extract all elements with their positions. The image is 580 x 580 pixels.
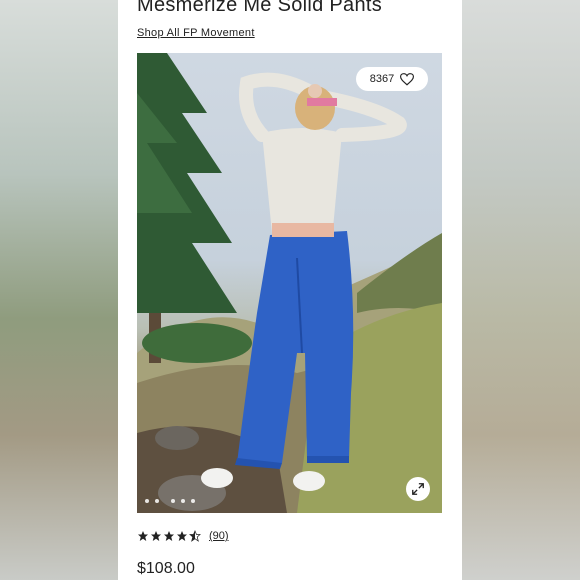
gallery-dot-4[interactable] [181, 499, 185, 503]
expand-button[interactable] [406, 477, 430, 501]
gallery-dot-2[interactable] [155, 499, 159, 503]
star-half-icon [189, 530, 201, 542]
reviews-link[interactable]: (90) [209, 530, 229, 542]
star-icon [164, 531, 174, 541]
star-rating [137, 530, 201, 542]
product-photo [137, 53, 442, 513]
star-icon [177, 531, 187, 541]
expand-icon [412, 483, 424, 495]
star-icon [138, 531, 148, 541]
product-title: Mesmerize Me Solid Pants [137, 0, 383, 16]
favorite-button[interactable]: 8367 [356, 67, 428, 91]
star-icon [151, 531, 161, 541]
product-price: $108.00 [137, 560, 195, 577]
favorite-count: 8367 [369, 73, 395, 85]
background-right [462, 0, 580, 580]
product-card: Mesmerize Me Solid Pants Shop All FP Mov… [118, 0, 462, 580]
gallery-dot-1[interactable] [145, 499, 149, 503]
product-image[interactable]: 8367 [137, 53, 442, 513]
gallery-dot-3[interactable] [171, 499, 175, 503]
heart-icon [400, 72, 415, 86]
background-left [0, 0, 118, 580]
gallery-dots[interactable] [145, 499, 195, 503]
collection-link[interactable]: Shop All FP Movement [137, 27, 255, 39]
gallery-dot-5[interactable] [191, 499, 195, 503]
rating-row: (90) [137, 530, 229, 542]
